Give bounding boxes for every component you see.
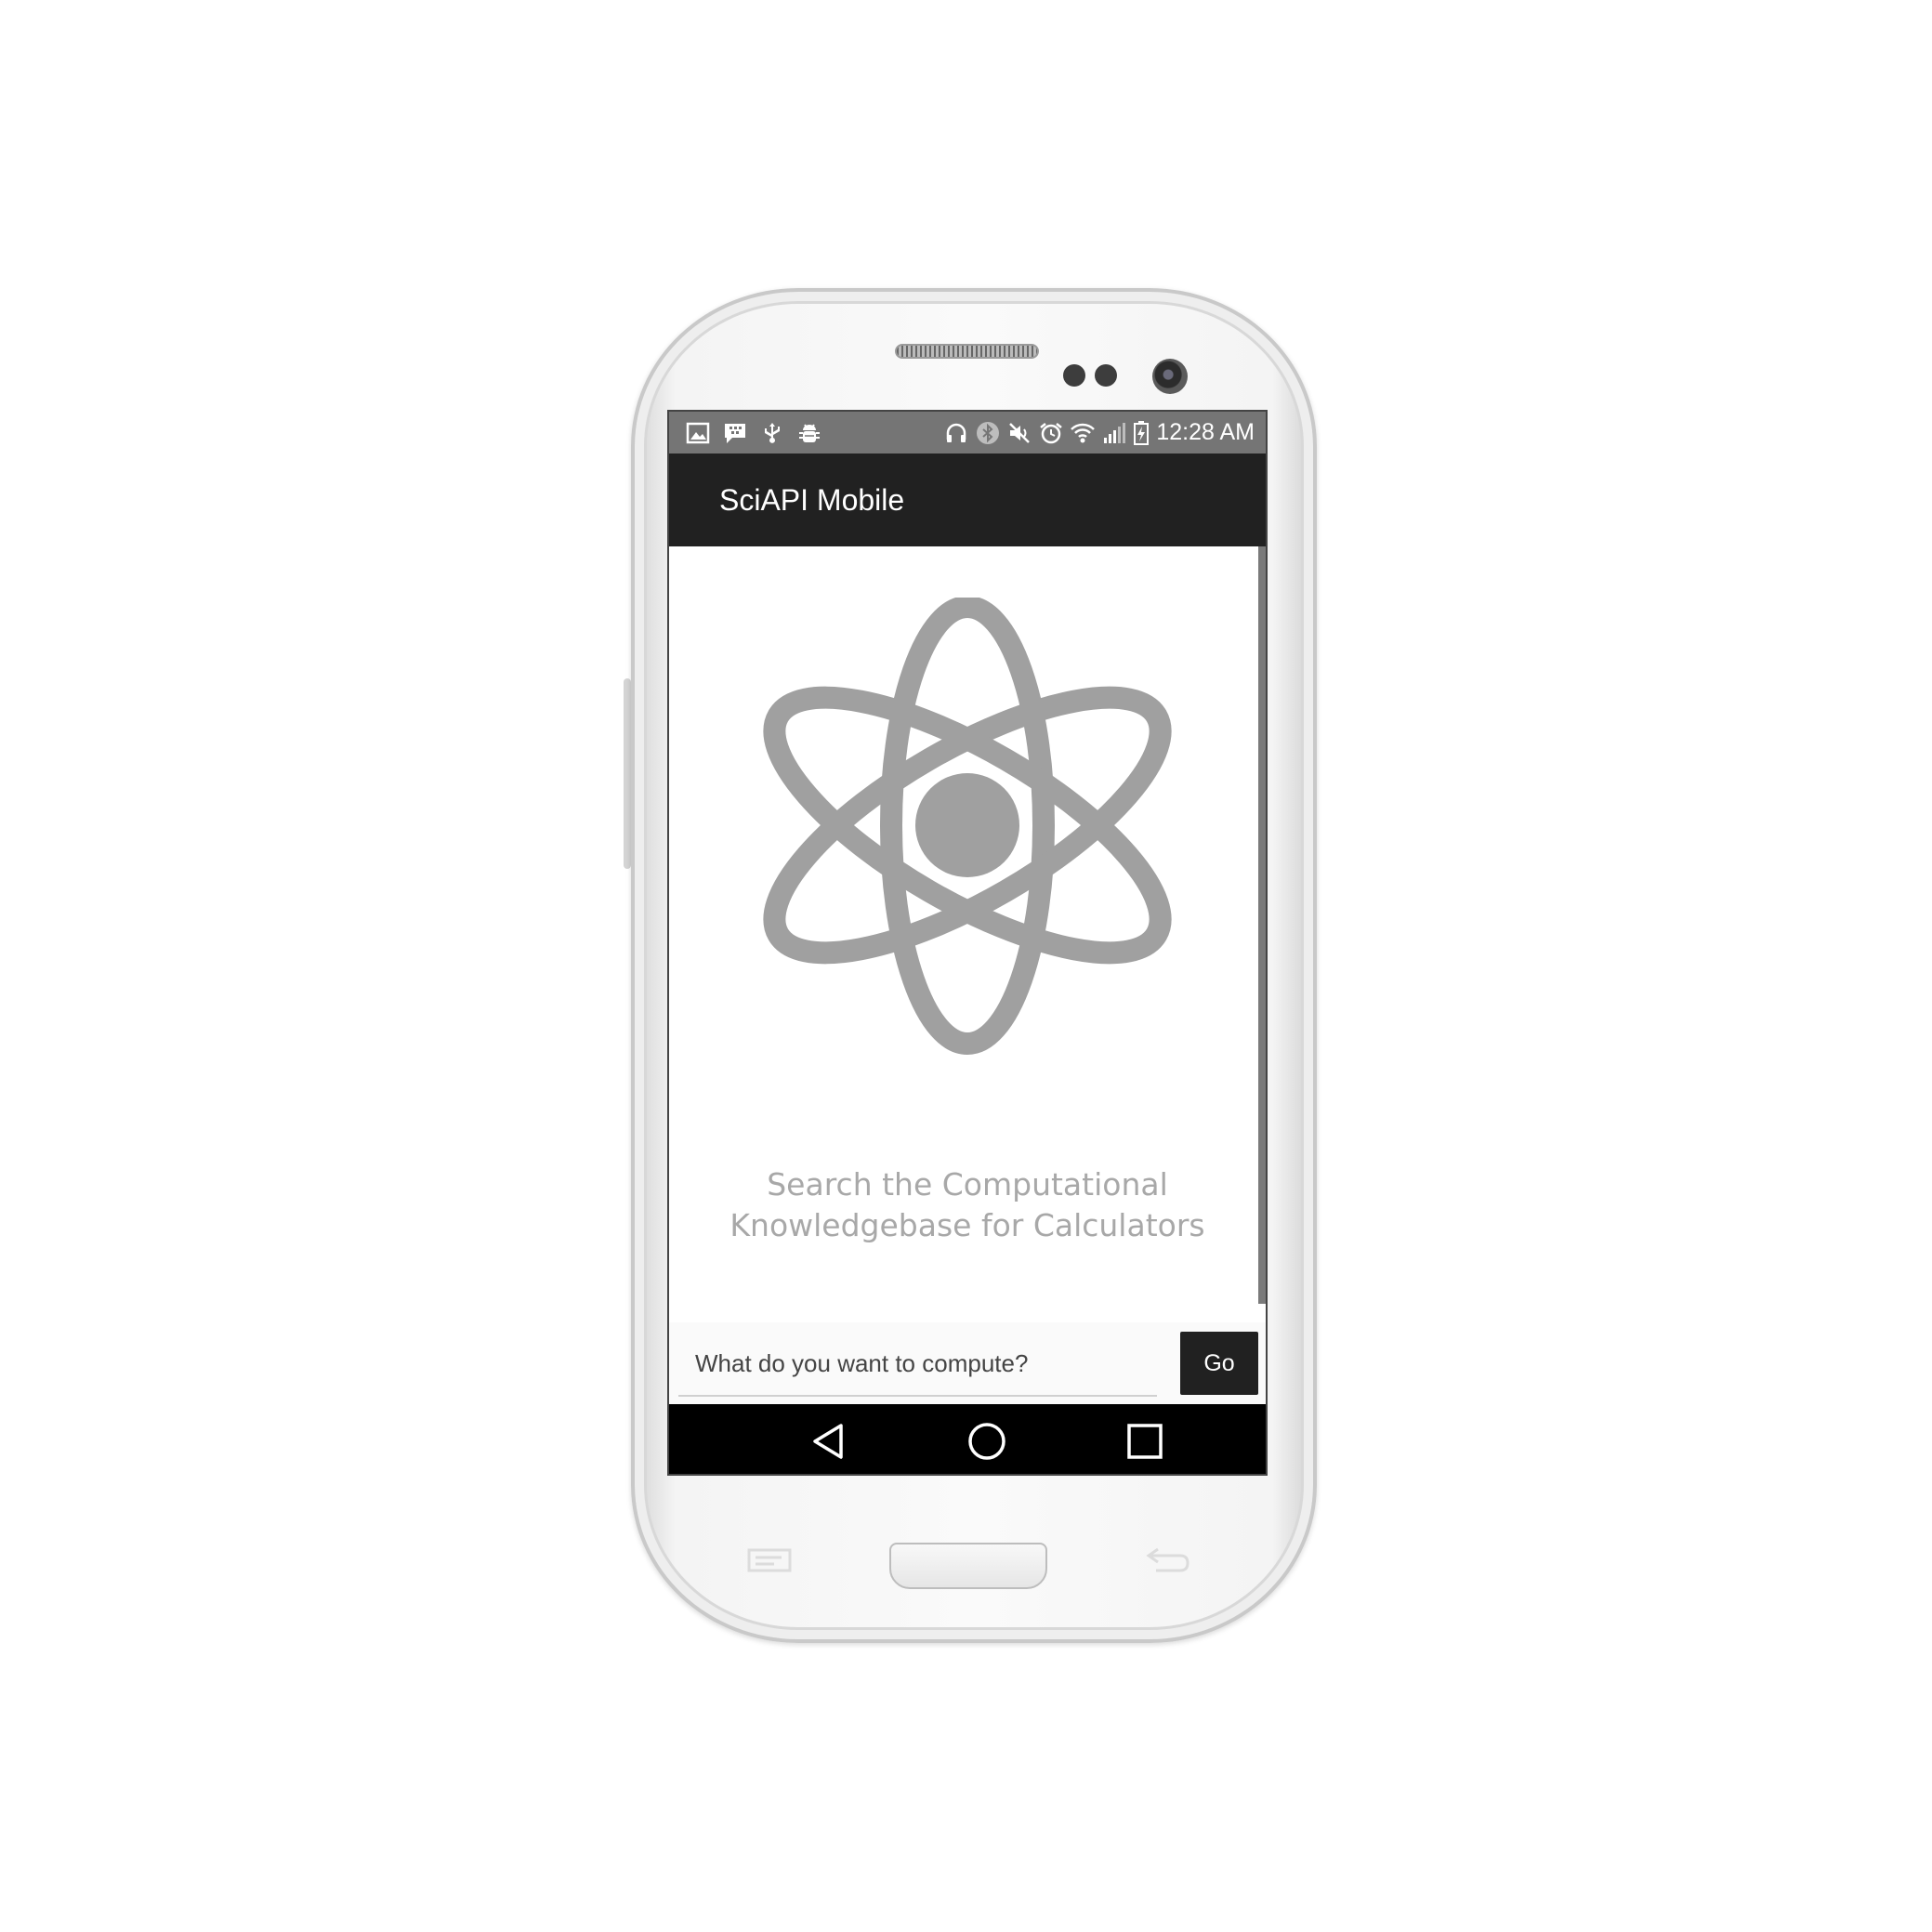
query-bar: Go xyxy=(669,1322,1266,1415)
proximity-sensor xyxy=(1063,364,1085,387)
navigation-bar xyxy=(669,1404,1266,1474)
tagline-line-2: Knowledgebase for Calculators xyxy=(729,1207,1205,1243)
front-camera xyxy=(1152,359,1188,394)
phone-screen: 12:28 AM SciAPI Mobile Search the Comput… xyxy=(667,410,1268,1476)
volume-key xyxy=(624,678,631,869)
android-debug-icon xyxy=(797,421,821,445)
status-bar: 12:28 AM xyxy=(669,412,1266,453)
bluetooth-icon xyxy=(976,421,1000,445)
app-title: SciAPI Mobile xyxy=(719,483,905,517)
hardware-menu-icon xyxy=(747,1548,792,1572)
battery-charging-icon xyxy=(1134,420,1150,445)
bbm-chat-icon xyxy=(723,421,747,445)
main-content: Search the Computational Knowledgebase f… xyxy=(669,546,1266,1415)
go-button[interactable]: Go xyxy=(1180,1332,1258,1395)
back-icon xyxy=(813,1423,843,1459)
home-button[interactable] xyxy=(950,1404,1024,1474)
atom-icon xyxy=(763,598,1172,1055)
notification-icons xyxy=(686,412,821,453)
home-icon xyxy=(968,1422,1005,1460)
mute-icon xyxy=(1007,421,1032,445)
image-icon xyxy=(686,421,710,445)
system-status-icons: 12:28 AM xyxy=(944,412,1255,453)
status-clock: 12:28 AM xyxy=(1156,419,1255,445)
app-bar: SciAPI Mobile xyxy=(669,453,1266,546)
light-sensor xyxy=(1095,364,1117,387)
alarm-icon xyxy=(1039,421,1063,445)
recents-icon xyxy=(1127,1423,1163,1459)
compute-query-input[interactable] xyxy=(678,1332,1157,1397)
signal-icon xyxy=(1102,421,1126,445)
tagline-line-1: Search the Computational xyxy=(767,1166,1168,1203)
back-button[interactable] xyxy=(791,1404,865,1474)
recents-button[interactable] xyxy=(1108,1404,1182,1474)
hardware-home-button[interactable] xyxy=(889,1543,1047,1589)
hardware-back-icon xyxy=(1146,1547,1189,1572)
usb-icon xyxy=(760,421,784,445)
wifi-icon xyxy=(1071,421,1096,445)
headphones-icon xyxy=(944,421,968,445)
earpiece-speaker xyxy=(895,344,1039,359)
